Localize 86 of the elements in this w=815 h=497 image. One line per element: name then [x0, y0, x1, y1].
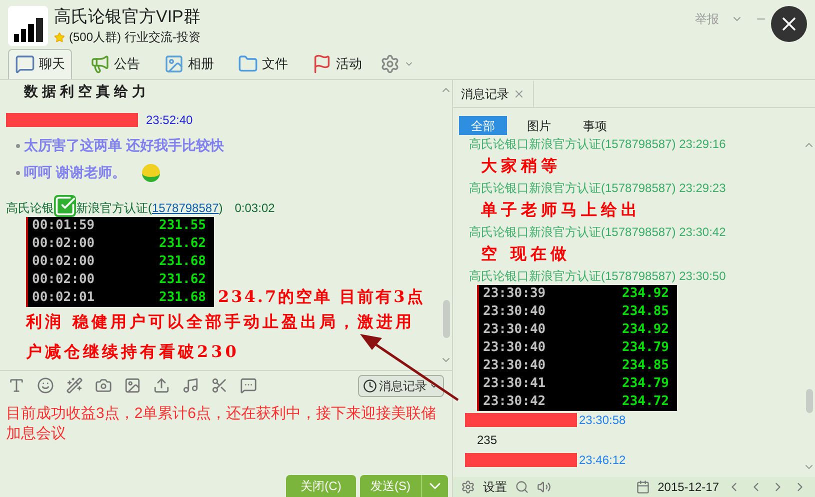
star-icon: [54, 32, 65, 42]
quote-price: 231.55: [159, 217, 206, 235]
quote-time: 00:02:00: [32, 235, 95, 253]
verified-label: 新浪官方认证(: [76, 200, 152, 217]
quote-price: 234.92: [622, 321, 669, 339]
emoji-icon[interactable]: [37, 377, 54, 394]
music-icon[interactable]: [182, 377, 199, 394]
message-text: 大家稍等: [480, 155, 562, 177]
message-time: 23:46:12: [579, 452, 626, 469]
message-text: 单子老师马上给出: [480, 199, 642, 221]
quote-time: 23:30:42: [483, 393, 546, 411]
magic-wand-icon[interactable]: [66, 377, 83, 394]
nav-tab[interactable]: 聊天: [8, 48, 72, 78]
message-text: 数据利空真给力: [22, 82, 151, 102]
photo-icon[interactable]: [164, 54, 184, 74]
bullet-icon: [16, 170, 20, 174]
quote-time: 23:30:41: [483, 375, 546, 393]
flag-icon[interactable]: [312, 54, 332, 74]
nav-tab[interactable]: 公告: [84, 48, 146, 78]
camera-icon[interactable]: [95, 377, 112, 394]
sender-line: 高氏论银口新浪官方认证(1578798587) 23:30:42: [468, 224, 727, 241]
settings-icon[interactable]: [380, 54, 400, 74]
sender-name: 高氏论银: [6, 200, 54, 217]
message-icon[interactable]: [240, 377, 257, 394]
scrollbar-thumb[interactable]: [442, 300, 450, 338]
bracket-text: ): [218, 200, 223, 217]
quote-time: 23:30:40: [483, 321, 546, 339]
quote-price: 231.68: [159, 289, 206, 307]
sender-line: 高氏论银口新浪官方认证(1578798587) 23:30:50: [468, 268, 727, 285]
filter-tab[interactable]: 事项: [571, 116, 619, 135]
quote-price: 234.85: [622, 357, 669, 375]
quote-time: 23:30:40: [483, 339, 546, 357]
megaphone-icon[interactable]: [90, 54, 110, 74]
filter-tab[interactable]: 图片: [515, 116, 563, 135]
nav-tab[interactable]: 相册: [158, 48, 220, 78]
speaker-icon[interactable]: [537, 480, 551, 494]
quote-time: 00:01:59: [32, 217, 95, 235]
sender-line: 高氏论银口新浪官方认证(1578798587) 23:29:16: [468, 136, 727, 153]
history-button[interactable]: 消息记录: [358, 374, 444, 396]
quote-time: 23:30:39: [483, 285, 546, 303]
quote-price: 234.92: [622, 285, 669, 303]
quote-price: 231.68: [159, 253, 206, 271]
verified-icon: [54, 195, 76, 217]
message-text: 空 现在做: [480, 243, 572, 265]
message-text: 太厉害了这两单 还好我手比较快: [24, 136, 224, 155]
quote-price: 231.62: [159, 271, 206, 289]
history-tab[interactable]: 消息记录: [453, 81, 534, 107]
message-text: 235: [476, 432, 498, 449]
quote-price: 231.62: [159, 235, 206, 253]
quote-price: 234.79: [622, 339, 669, 357]
clock-icon[interactable]: [363, 378, 377, 392]
calendar-icon[interactable]: [636, 480, 650, 494]
quote-price: 234.85: [622, 303, 669, 321]
font-icon[interactable]: [8, 377, 25, 394]
group-avatar-icon: [8, 6, 48, 46]
nav-tab[interactable]: 文件: [232, 48, 294, 78]
quote-time: 00:02:01: [32, 289, 95, 307]
scissors-icon[interactable]: [211, 377, 228, 394]
message-time: 23:30:58: [579, 412, 626, 429]
upload-icon[interactable]: [153, 377, 170, 394]
quote-time: 00:02:00: [32, 271, 95, 289]
quote-time: 23:30:40: [483, 303, 546, 321]
sender-line: 高氏论银口新浪官方认证(1578798587) 23:29:23: [468, 180, 727, 197]
date-text: 2015-12-17: [658, 479, 719, 496]
message-time: 23:52:40: [146, 112, 193, 129]
search-icon[interactable]: [515, 480, 529, 494]
settings-label[interactable]: 设置: [483, 478, 507, 496]
settings-icon[interactable]: [461, 480, 475, 494]
quote-time: 23:30:40: [483, 357, 546, 375]
message-text: 利润 稳健用户可以全部手动止盈出局，激进用户减仓继续持有看破230: [26, 311, 416, 363]
scrollbar-thumb[interactable]: [806, 389, 812, 413]
quote-time: 00:02:00: [32, 253, 95, 271]
image-icon[interactable]: [124, 377, 141, 394]
window-title: 高氏论银官方VIP群: [54, 6, 200, 28]
quote-price: 234.72: [622, 393, 669, 411]
quote-price: 234.79: [622, 375, 669, 393]
folder-icon[interactable]: [238, 54, 258, 74]
chat-bubble-icon[interactable]: [15, 54, 35, 74]
message-text: 呵呵 谢谢老师。: [24, 163, 126, 182]
bullet-icon: [16, 144, 20, 148]
message-text: 234.7的空单 目前有3点: [218, 287, 425, 307]
close-button[interactable]: [771, 6, 807, 42]
nav-tab[interactable]: 活动: [306, 48, 368, 78]
message-time: 0:03:02: [234, 200, 275, 217]
sender-id-link[interactable]: 1578798587: [152, 199, 219, 217]
group-info: (500人群) 行业交流-投资: [69, 29, 200, 46]
